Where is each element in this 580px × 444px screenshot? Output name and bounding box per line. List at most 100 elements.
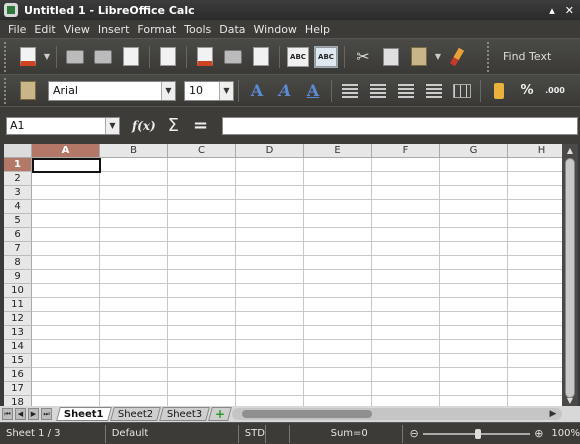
email-button[interactable]: [119, 45, 143, 69]
toolbar-grip-icon[interactable]: [4, 41, 10, 72]
first-sheet-icon[interactable]: ⏮: [2, 408, 13, 420]
vertical-scrollbar[interactable]: ▲ ▼: [562, 144, 578, 406]
menu-format[interactable]: Format: [133, 23, 180, 36]
percent-format-button[interactable]: %: [515, 79, 539, 103]
row-header-10[interactable]: 10: [4, 284, 32, 298]
row-header-1[interactable]: 1: [4, 158, 32, 172]
scroll-right-icon[interactable]: ▶: [548, 407, 558, 421]
menu-view[interactable]: View: [60, 23, 94, 36]
decimal-format-button[interactable]: .000: [543, 79, 567, 103]
row-header-12[interactable]: 12: [4, 312, 32, 326]
zoom-slider[interactable]: [422, 428, 531, 439]
chevron-down-icon[interactable]: ▼: [161, 81, 175, 100]
print-button[interactable]: [221, 45, 245, 69]
tab-sheet1[interactable]: Sheet1: [56, 407, 112, 421]
last-sheet-icon[interactable]: ⏭: [41, 408, 52, 420]
column-header-d[interactable]: D: [236, 144, 304, 158]
row-header-11[interactable]: 11: [4, 298, 32, 312]
styles-button[interactable]: [16, 79, 40, 103]
column-header-a[interactable]: A: [32, 144, 100, 158]
selection-mode[interactable]: STD: [239, 424, 267, 443]
scroll-down-icon[interactable]: ▼: [562, 394, 578, 406]
menu-file[interactable]: File: [4, 23, 30, 36]
font-size-combo[interactable]: 10 ▼: [184, 80, 234, 101]
align-right-button[interactable]: [394, 79, 418, 103]
merge-cells-button[interactable]: [450, 79, 474, 103]
row-header-7[interactable]: 7: [4, 242, 32, 256]
row-header-14[interactable]: 14: [4, 340, 32, 354]
bold-button[interactable]: A: [245, 79, 269, 103]
column-header-e[interactable]: E: [304, 144, 372, 158]
next-sheet-icon[interactable]: ▶: [28, 408, 39, 420]
page-style[interactable]: Default: [106, 424, 239, 443]
toolbar-grip-icon[interactable]: [487, 41, 493, 72]
column-header-f[interactable]: F: [372, 144, 440, 158]
zoom-in-icon[interactable]: ⊕: [534, 427, 543, 440]
name-box[interactable]: A1 ▼: [6, 116, 120, 135]
justify-button[interactable]: [422, 79, 446, 103]
row-header-2[interactable]: 2: [4, 172, 32, 186]
tab-sheet3[interactable]: Sheet3: [159, 407, 211, 421]
zoom-level[interactable]: 100%: [551, 428, 580, 439]
spreadsheet-grid[interactable]: A B C D E F G H 1 2 3 4 5 6 7 8 9 10 11 12 13 14 15 16 17 18: [4, 144, 566, 406]
row-header-16[interactable]: 16: [4, 368, 32, 382]
column-header-b[interactable]: B: [100, 144, 168, 158]
row-header-8[interactable]: 8: [4, 256, 32, 270]
select-all-corner[interactable]: [4, 144, 32, 158]
menu-edit[interactable]: Edit: [30, 23, 59, 36]
column-header-g[interactable]: G: [440, 144, 508, 158]
chevron-down-icon[interactable]: ▼: [219, 81, 233, 100]
horizontal-scrollbar[interactable]: [232, 408, 562, 420]
previous-sheet-icon[interactable]: ◀: [15, 408, 26, 420]
currency-format-button[interactable]: [487, 79, 511, 103]
menu-insert[interactable]: Insert: [94, 23, 134, 36]
copy-button[interactable]: [379, 45, 403, 69]
sum-button[interactable]: Σ: [168, 115, 179, 136]
close-button[interactable]: ✕: [565, 4, 574, 17]
spelling-button[interactable]: ABC: [286, 45, 310, 69]
row-header-13[interactable]: 13: [4, 326, 32, 340]
scroll-up-icon[interactable]: ▲: [562, 144, 578, 156]
horizontal-scroll-thumb[interactable]: [242, 410, 372, 418]
toolbar-grip-icon[interactable]: [4, 77, 10, 104]
align-left-button[interactable]: [338, 79, 362, 103]
vertical-scroll-thumb[interactable]: [565, 158, 575, 398]
new-document-button[interactable]: [16, 45, 40, 69]
tab-sheet2[interactable]: Sheet2: [109, 407, 161, 421]
menu-tools[interactable]: Tools: [180, 23, 215, 36]
font-name-combo[interactable]: Arial ▼: [48, 80, 176, 101]
clone-formatting-button[interactable]: [445, 45, 469, 69]
cell-area[interactable]: [32, 158, 566, 406]
export-pdf-button[interactable]: [193, 45, 217, 69]
print-preview-button[interactable]: [249, 45, 273, 69]
cut-button[interactable]: ✂: [351, 45, 375, 69]
row-header-4[interactable]: 4: [4, 200, 32, 214]
save-button[interactable]: [91, 45, 115, 69]
column-header-h[interactable]: H: [508, 144, 566, 158]
paste-dropdown-icon[interactable]: ▼: [433, 52, 443, 61]
row-header-15[interactable]: 15: [4, 354, 32, 368]
row-header-9[interactable]: 9: [4, 270, 32, 284]
open-button[interactable]: [63, 45, 87, 69]
italic-button[interactable]: A: [273, 79, 297, 103]
align-center-button[interactable]: [366, 79, 390, 103]
zoom-slider-knob[interactable]: [474, 428, 481, 439]
minimize-button[interactable]: ▴: [549, 4, 555, 17]
column-header-c[interactable]: C: [168, 144, 236, 158]
find-text-field[interactable]: Find Text: [503, 50, 551, 63]
edit-file-button[interactable]: [156, 45, 180, 69]
row-header-6[interactable]: 6: [4, 228, 32, 242]
row-header-5[interactable]: 5: [4, 214, 32, 228]
zoom-out-icon[interactable]: ⊖: [409, 427, 418, 440]
row-header-3[interactable]: 3: [4, 186, 32, 200]
menu-help[interactable]: Help: [301, 23, 334, 36]
underline-button[interactable]: A: [301, 79, 325, 103]
add-sheet-button[interactable]: +: [208, 407, 233, 421]
formula-input[interactable]: [222, 116, 579, 135]
chevron-down-icon[interactable]: ▼: [105, 117, 119, 134]
menu-data[interactable]: Data: [215, 23, 249, 36]
paste-button[interactable]: [407, 45, 431, 69]
function-button[interactable]: =: [193, 115, 208, 136]
row-header-17[interactable]: 17: [4, 382, 32, 396]
row-header-18[interactable]: 18: [4, 396, 32, 406]
